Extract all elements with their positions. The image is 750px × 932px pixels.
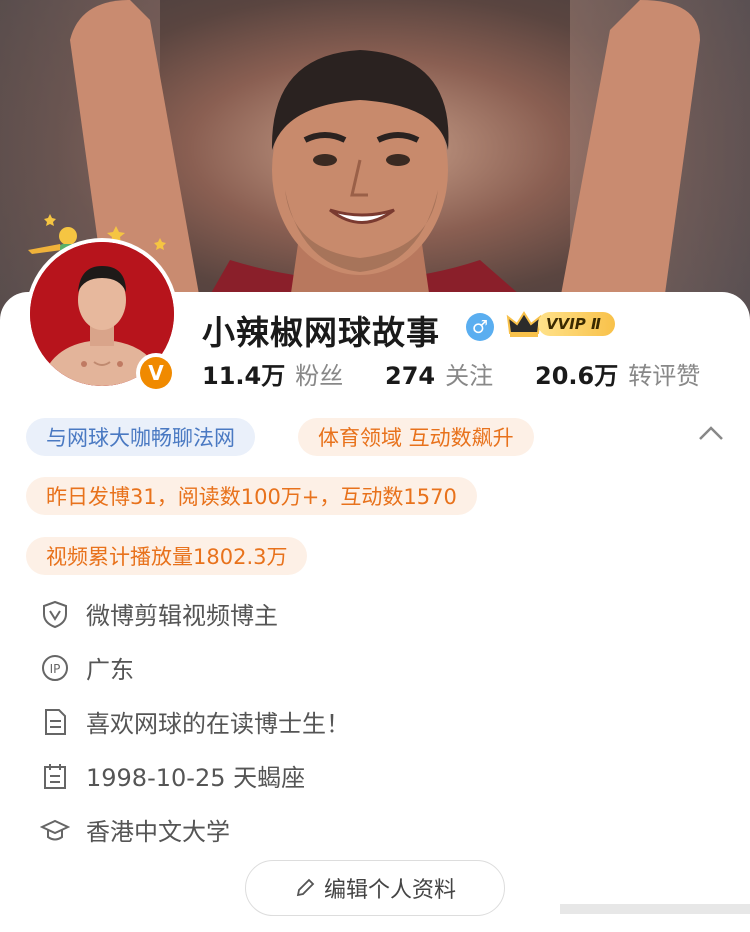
intro-tag[interactable]: 与网球大咖畅聊法网 — [26, 418, 255, 456]
shield-v-icon — [43, 600, 67, 628]
location-text: 广东 — [86, 656, 134, 684]
following-stat[interactable]: 274 关注 — [385, 356, 493, 391]
info-row-location: IP 广东 — [40, 650, 134, 685]
ip-location-icon: IP — [42, 654, 68, 681]
document-icon — [45, 708, 66, 735]
verified-badge-icon: V — [136, 353, 176, 393]
svg-text:IP: IP — [50, 662, 61, 676]
info-row-bio: 喜欢网球的在读博士生！ — [40, 704, 350, 739]
fans-label: 粉丝 — [295, 362, 344, 390]
fans-stat[interactable]: 11.4万 粉丝 — [202, 356, 343, 391]
reposts-likes-stat[interactable]: 20.6万 转评赞 — [535, 356, 700, 391]
reposts-likes-count: 20.6万 — [535, 362, 619, 390]
vvip-label: VVIP Ⅱ — [538, 312, 615, 336]
bio-text: 喜欢网球的在读博士生！ — [86, 710, 350, 738]
pencil-icon — [296, 878, 315, 897]
field-tag[interactable]: 体育领域 互动数飙升 — [298, 418, 534, 456]
gender-male-icon: ♂ — [466, 313, 494, 341]
info-row-school: 香港中文大学 — [40, 812, 230, 847]
vvip-badge[interactable]: VVIP Ⅱ — [506, 309, 615, 339]
yesterday-stats-tag[interactable]: 昨日发博31，阅读数100万+，互动数1570 — [26, 477, 477, 515]
info-row-birthday: 1998-10-25 天蝎座 — [40, 758, 305, 793]
crown-icon — [506, 311, 542, 337]
profile-name: 小辣椒网球故事 — [202, 313, 440, 352]
video-plays-tag[interactable]: 视频累计播放量1802.3万 — [26, 537, 308, 575]
info-row-identity: 微博剪辑视频博主 — [40, 596, 278, 631]
fans-count: 11.4万 — [202, 362, 286, 390]
chevron-up-icon[interactable] — [698, 424, 724, 442]
edit-profile-label: 编辑个人资料 — [323, 878, 456, 903]
school-text: 香港中文大学 — [86, 818, 230, 846]
identity-text: 微博剪辑视频博主 — [86, 602, 278, 630]
calendar-icon — [44, 763, 66, 789]
edit-profile-button[interactable]: 编辑个人资料 — [245, 860, 505, 916]
watermark-decoration — [560, 904, 750, 914]
birthday-text: 1998-10-25 天蝎座 — [86, 764, 306, 792]
reposts-likes-label: 转评赞 — [628, 362, 701, 390]
following-label: 关注 — [445, 362, 494, 390]
graduation-cap-icon — [40, 819, 70, 840]
verified-badge-letter: V — [140, 357, 172, 389]
following-count: 274 — [385, 362, 436, 390]
